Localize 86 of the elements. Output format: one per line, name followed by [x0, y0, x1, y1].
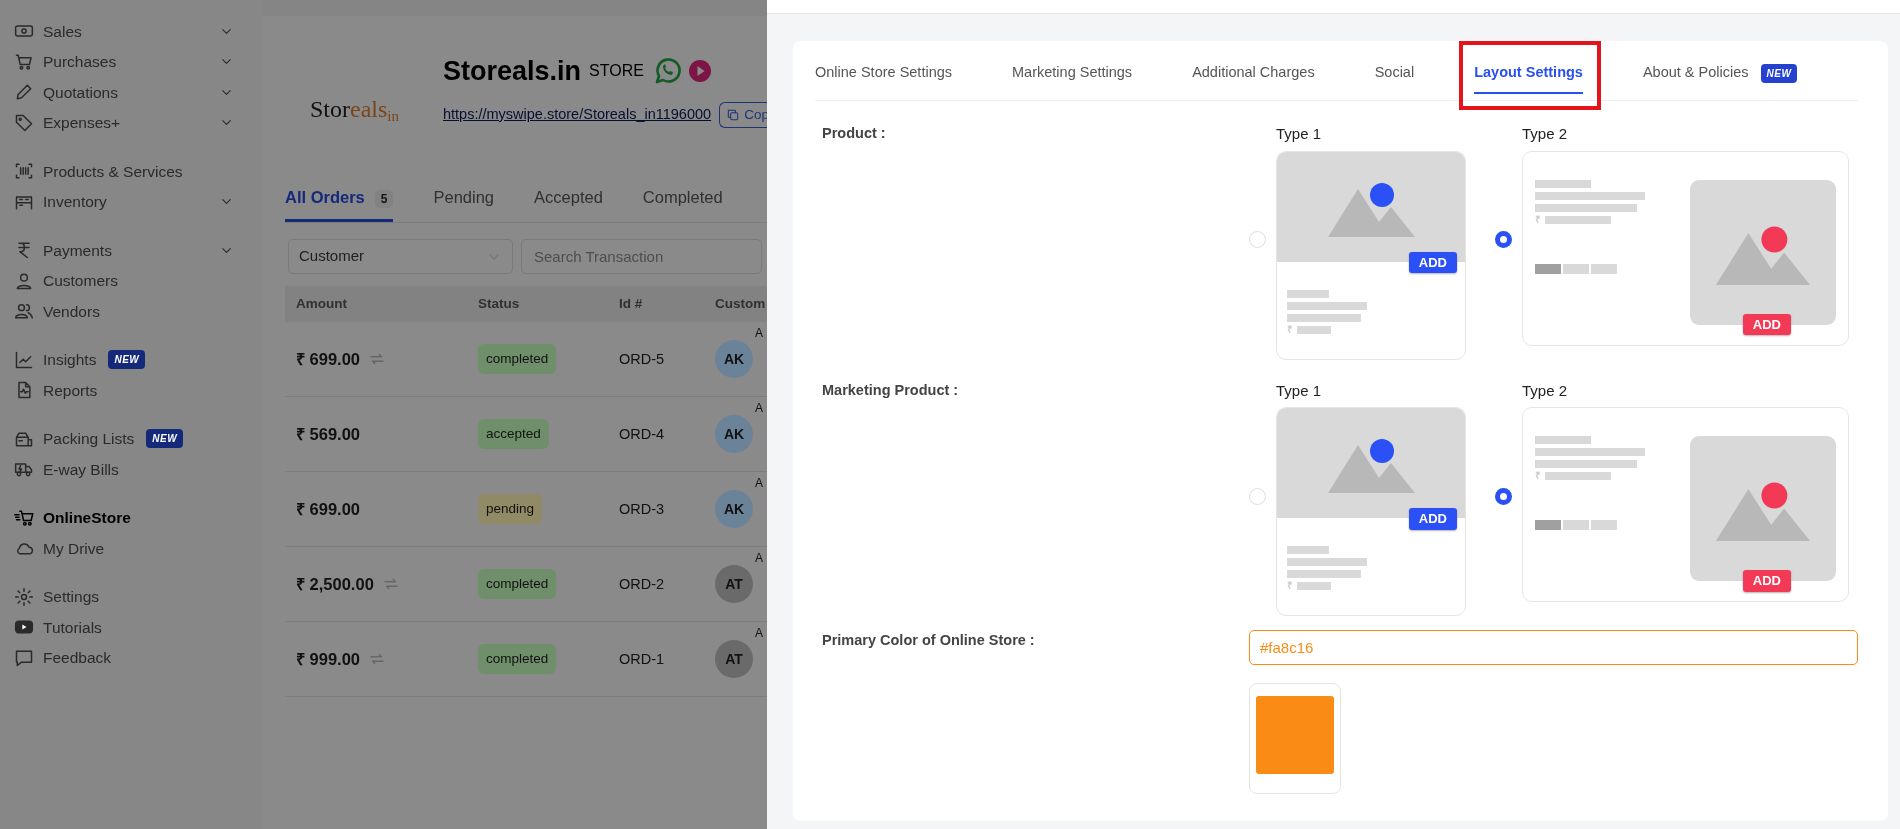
sidebar-item[interactable]: Tutorials: [0, 612, 262, 643]
customer-name: A: [755, 325, 763, 342]
order-tab[interactable]: All Orders 5: [285, 185, 394, 222]
settings-tab[interactable]: Layout Settings: [1474, 53, 1583, 94]
currency-symbol: ₹: [1287, 582, 1293, 590]
order-id: ORD-3: [619, 501, 665, 517]
order-id: ORD-4: [619, 426, 665, 442]
sidebar-item[interactable]: Expenses+: [0, 107, 262, 138]
amount-text: ₹ 569.00: [296, 423, 361, 445]
option-label: Type 1: [1276, 380, 1323, 401]
order-id: ORD-1: [619, 651, 665, 667]
radio-button[interactable]: [1495, 231, 1512, 248]
store-logo: Storeals$_{in}$: [310, 96, 399, 122]
sidebar-item[interactable]: Vendors: [0, 296, 262, 327]
sidebar-item[interactable]: Insights NEW: [0, 344, 262, 375]
play-icon: [687, 59, 712, 84]
currency-symbol: ₹: [1535, 215, 1541, 224]
status-tag: completed: [478, 343, 557, 375]
sidebar-item[interactable]: Payments: [0, 235, 262, 266]
new-badge: NEW: [108, 350, 146, 370]
sidebar-item[interactable]: Products & Services: [0, 156, 262, 187]
status-tag: accepted: [478, 418, 549, 450]
sidebar-item[interactable]: My Drive: [0, 533, 262, 564]
sidebar-item[interactable]: Settings: [0, 581, 262, 612]
order-tab[interactable]: Pending: [433, 185, 495, 222]
customer-select[interactable]: Customer: [288, 239, 513, 274]
settings-tab[interactable]: About & Policies NEW: [1642, 53, 1798, 94]
amount-text: ₹ 2,500.00: [296, 573, 374, 595]
status-tag: completed: [478, 643, 557, 675]
sidebar-item[interactable]: Reports: [0, 375, 262, 406]
sidebar-item[interactable]: Quotations: [0, 77, 262, 108]
option-label: Type 2: [1522, 380, 1569, 401]
order-id: ORD-2: [619, 576, 665, 592]
customer-name: A: [755, 625, 763, 642]
settings-tab[interactable]: Additional Charges: [1192, 53, 1315, 94]
column-header: Id #: [619, 295, 643, 311]
order-id: ORD-5: [619, 351, 665, 367]
store-name: Storeals.in: [443, 55, 582, 88]
new-badge: NEW: [1760, 63, 1798, 83]
order-tab[interactable]: Accepted: [534, 185, 603, 222]
column-header: Custom: [715, 294, 766, 313]
tag-icon: [14, 112, 34, 133]
sidebar-item[interactable]: Customers: [0, 265, 262, 296]
currency-symbol: ₹: [1535, 472, 1541, 480]
customer-name: A: [755, 550, 763, 567]
customer-avatar: AK: [715, 415, 753, 453]
search-field[interactable]: Search Transaction: [521, 239, 762, 274]
customer-avatar: AT: [715, 565, 753, 603]
settings-tab[interactable]: Marketing Settings: [1012, 53, 1133, 94]
sidebar-item[interactable]: Inventory: [0, 186, 262, 217]
sidebar-item[interactable]: OnlineStore: [0, 502, 262, 533]
customer-avatar: AK: [715, 490, 753, 528]
radio-button[interactable]: [1495, 487, 1512, 505]
store-label: STORE: [589, 61, 644, 82]
amount-text: ₹ 999.00: [296, 648, 361, 670]
sidebar-item[interactable]: Sales: [0, 16, 262, 47]
amount-text: ₹ 699.00: [296, 498, 361, 520]
add-label: ADD: [1408, 508, 1457, 530]
settings-tab[interactable]: Online Store Settings: [815, 53, 953, 94]
add-label: ADD: [1742, 570, 1791, 592]
currency-symbol: ₹: [1287, 325, 1293, 334]
settings-tab[interactable]: Social: [1374, 53, 1415, 94]
column-header: Amount: [296, 294, 347, 313]
customer-avatar: AT: [715, 640, 753, 678]
status-tag: completed: [478, 568, 557, 600]
setting-label: Product :: [821, 124, 887, 143]
customer-name: A: [755, 400, 763, 417]
sidebar-item[interactable]: Packing Lists NEW: [0, 423, 262, 454]
customer-avatar: AK: [715, 340, 753, 378]
option-label: Type 2: [1522, 124, 1569, 144]
copy-icon: [726, 107, 741, 122]
status-tag: pending: [478, 493, 543, 525]
sidebar-item[interactable]: Purchases: [0, 46, 262, 77]
column-header: Status: [478, 295, 520, 311]
setting-label: Marketing Product :: [821, 380, 960, 400]
setting-label: Primary Color of Online Store :: [821, 631, 1036, 650]
store-link[interactable]: https://myswipe.store/Storeals_in1196000: [443, 103, 712, 126]
sidebar-item[interactable]: Feedback: [0, 642, 262, 673]
color-field[interactable]: #fa8c16: [1249, 630, 1858, 665]
sidebar-item[interactable]: E-way Bills: [0, 454, 262, 485]
order-tab[interactable]: Completed: [642, 185, 723, 222]
new-badge: NEW: [146, 429, 184, 449]
chart-icon: [14, 349, 34, 370]
customer-name: A: [755, 475, 763, 492]
option-label: Type 1: [1276, 124, 1323, 144]
amount-text: ₹ 699.00: [296, 348, 361, 370]
